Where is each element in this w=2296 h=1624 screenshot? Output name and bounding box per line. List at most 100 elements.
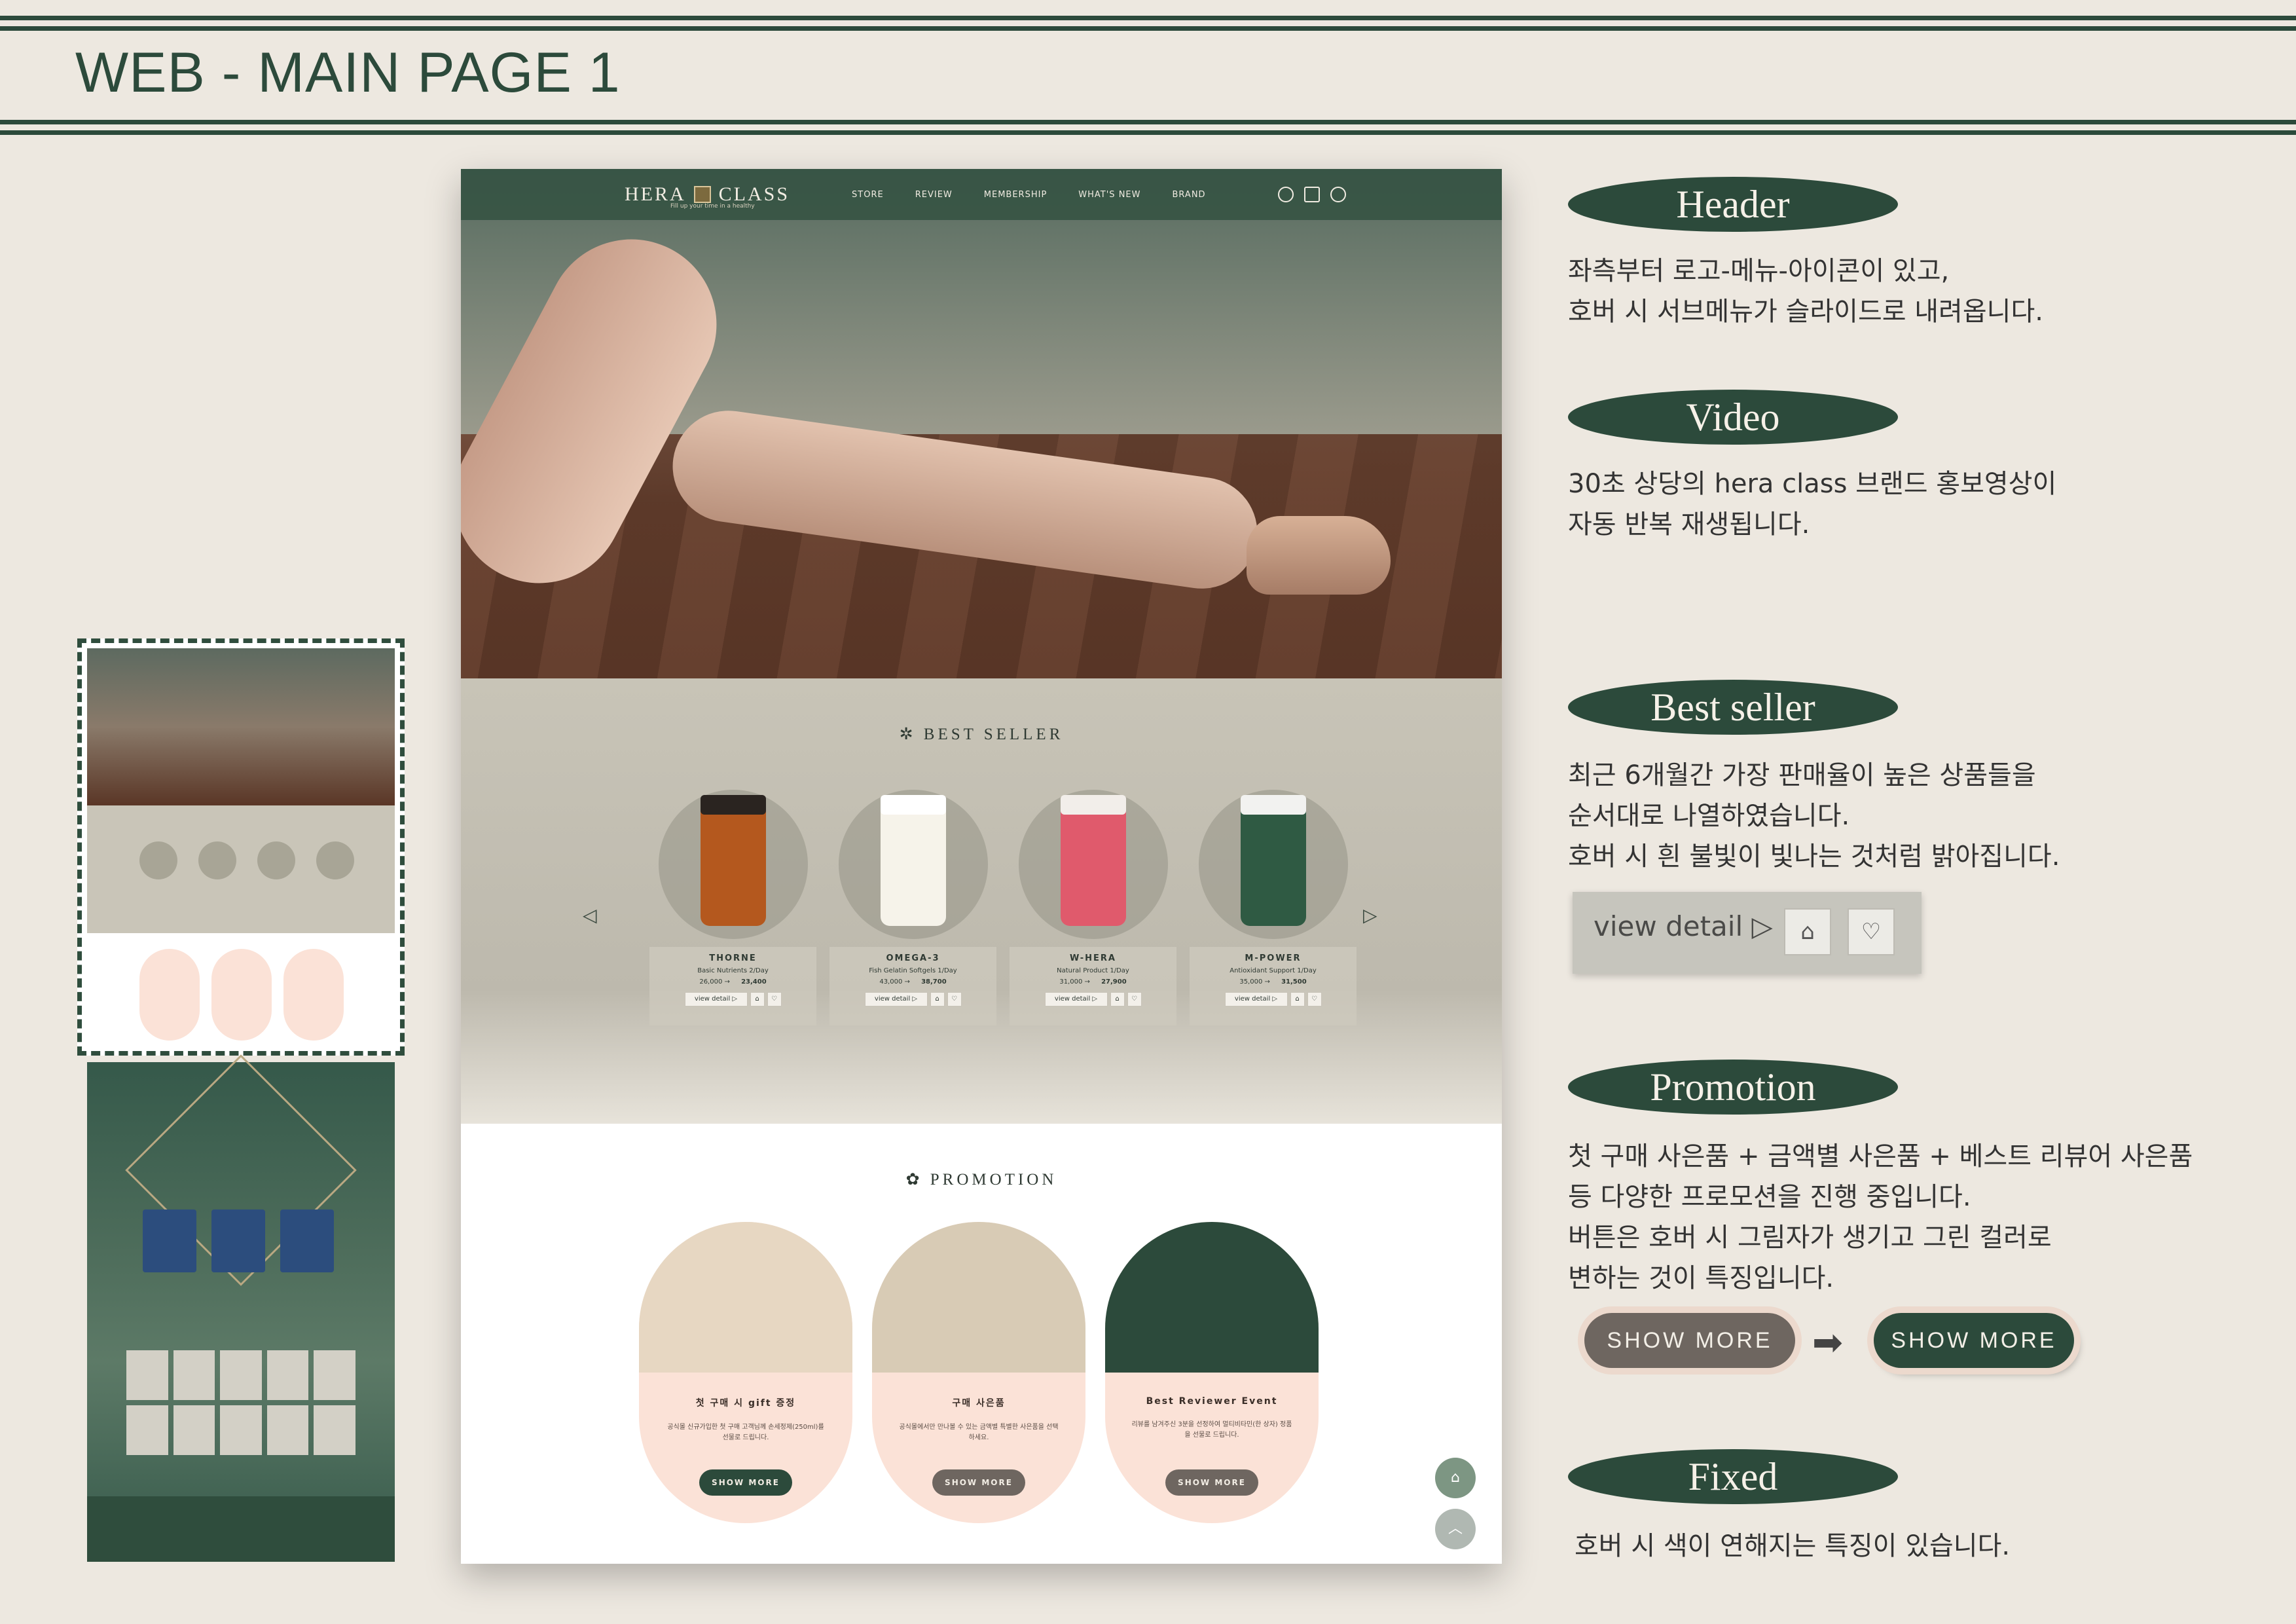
sale-price: 38,700 (921, 978, 947, 986)
nav-whats-new[interactable]: WHAT'S NEW (1078, 190, 1140, 200)
product-bottle (880, 802, 946, 926)
product-card[interactable]: OMEGA-3 Fish Gelatin Softgels 1/Day 43,000… (829, 790, 996, 1025)
product-price: 26,000 → 23,400 (699, 978, 767, 986)
show-more-button[interactable]: SHOW MORE (699, 1469, 792, 1496)
thumbnail-promotion (87, 933, 395, 1050)
cart-icon[interactable]: ⌂ (1784, 908, 1831, 955)
product-name: THORNE (709, 953, 757, 963)
show-more-button[interactable]: SHOW MORE (932, 1469, 1025, 1496)
sale-price: 27,900 (1101, 978, 1127, 986)
title-rule-2 (0, 130, 2296, 135)
promotion-card-desc: 공식몰에서만 만나볼 수 있는 금액별 특별한 사은품을 선택하세요. (899, 1424, 1059, 1441)
product-list: THORNE Basic Nutrients 2/Day 26,000 → 23,4… (649, 790, 1357, 1025)
product-actions: view detail ▷ ⌂ ♡ (1190, 992, 1357, 1006)
main-nav: STORE REVIEW MEMBERSHIP WHAT'S NEW BRAND (852, 190, 1206, 200)
thumbnail-gallery (126, 1350, 355, 1455)
promotion-card-title: Best Reviewer Event (1146, 1396, 1278, 1407)
original-price: 43,000 (879, 978, 903, 986)
best-seller-title: ✲ BEST SELLER (899, 726, 1064, 743)
label-promotion: Promotion (1568, 1060, 1898, 1115)
promotion-image (639, 1222, 852, 1373)
show-more-button[interactable]: SHOW MORE (1165, 1469, 1258, 1496)
view-detail-button[interactable]: view detail ▷ (1044, 992, 1108, 1006)
product-actions: view detail ▷ ⌂ ♡ (649, 992, 816, 1006)
heart-icon[interactable]: ♡ (1848, 908, 1895, 955)
product-price: 31,000 → 27,900 (1059, 978, 1127, 986)
note-header: 좌측부터 로고-메뉴-아이콘이 있고, 호버 시 서브메뉴가 슬라이드로 내려옵… (1568, 256, 2043, 327)
product-info: OMEGA-3 Fish Gelatin Softgels 1/Day 43,000… (829, 947, 996, 1025)
cart-icon[interactable]: ⌂ (930, 992, 945, 1006)
note-video: 30초 상당의 hera class 브랜드 홍보영상이 자동 반복 재생됩니다… (1568, 469, 2057, 540)
nav-membership[interactable]: MEMBERSHIP (984, 190, 1048, 200)
product-actions: view detail ▷ ⌂ ♡ (829, 992, 996, 1006)
fixed-cart-button[interactable]: ⌂ (1435, 1458, 1476, 1498)
cart-icon[interactable]: ⌂ (1290, 992, 1305, 1006)
view-detail-button[interactable]: view detail ▷ (864, 992, 928, 1006)
site-logo[interactable]: HERA CLASS (625, 183, 790, 206)
promotion-card-title: 구매 사은품 (952, 1398, 1006, 1409)
product-image[interactable] (1198, 790, 1348, 939)
cart-icon[interactable]: ⌂ (750, 992, 765, 1006)
hero-video[interactable] (461, 169, 1502, 678)
product-image[interactable] (658, 790, 808, 939)
user-icon[interactable] (1330, 187, 1346, 202)
heart-icon[interactable]: ♡ (947, 992, 962, 1006)
heart-icon[interactable]: ♡ (767, 992, 782, 1006)
top-rule-2 (0, 26, 2296, 31)
product-cap (1060, 795, 1126, 815)
product-name: OMEGA-3 (886, 953, 940, 963)
label-fixed: Fixed (1568, 1449, 1898, 1504)
promotion-card[interactable]: Best Reviewer Event 리뷰를 남겨주신 3분을 선정하여 멀티비… (1105, 1222, 1319, 1523)
product-image[interactable] (1018, 790, 1168, 939)
product-info: THORNE Basic Nutrients 2/Day 26,000 → 23,4… (649, 947, 816, 1025)
top-rule-1 (0, 16, 2296, 20)
heart-icon[interactable]: ♡ (1127, 992, 1142, 1006)
page-thumbnail-highlight (77, 638, 405, 1056)
best-seller-title-text: BEST SELLER (923, 726, 1064, 743)
view-detail-button[interactable]: view detail ▷ (684, 992, 748, 1006)
nav-brand[interactable]: BRAND (1173, 190, 1206, 200)
product-image[interactable] (838, 790, 988, 939)
heart-icon[interactable]: ♡ (1307, 992, 1322, 1006)
product-cap (880, 795, 946, 815)
promotion-card[interactable]: 첫 구매 시 gift 증정 공식몰 신규가입한 첫 구매 고객님께 손세정제(2… (639, 1222, 852, 1523)
product-desc: Basic Nutrients 2/Day (697, 967, 769, 974)
promotion-title: ✿ PROMOTION (905, 1171, 1057, 1189)
thumbnail-footer (87, 1496, 395, 1562)
nav-review[interactable]: REVIEW (915, 190, 953, 200)
sale-price: 31,500 (1281, 978, 1307, 986)
sale-price: 23,400 (741, 978, 767, 986)
product-name: M-POWER (1245, 953, 1302, 963)
promotion-card-desc: 공식몰 신규가입한 첫 구매 고객님께 손세정제(250ml)를 선물로 드립니… (667, 1424, 824, 1441)
product-desc: Antioxidant Support 1/Day (1230, 967, 1317, 974)
scroll-top-button[interactable]: ︿ (1435, 1509, 1476, 1549)
product-name: W-HERA (1070, 953, 1116, 963)
product-card[interactable]: THORNE Basic Nutrients 2/Day 26,000 → 23,4… (649, 790, 816, 1025)
product-card[interactable]: M-POWER Antioxidant Support 1/Day 35,000 →… (1190, 790, 1357, 1025)
product-desc: Natural Product 1/Day (1057, 967, 1129, 974)
original-price: 31,000 (1059, 978, 1083, 986)
arrow-right-icon: ➡ (1812, 1321, 1843, 1364)
product-info: W-HERA Natural Product 1/Day 31,000 → 27,9… (1010, 947, 1176, 1025)
product-card[interactable]: W-HERA Natural Product 1/Day 31,000 → 27,9… (1010, 790, 1176, 1025)
cart-icon[interactable]: ⌂ (1110, 992, 1125, 1006)
promotion-card-desc: 리뷰를 남겨주신 3분을 선정하여 멀티비타민(한 상자) 정품을 선물로 드립… (1131, 1421, 1292, 1439)
best-seller-section: ✲ BEST SELLER ◁ ▷ THORNE Basic Nutrients … (461, 678, 1502, 1124)
product-bottle (1240, 802, 1306, 926)
promotion-cards: 첫 구매 시 gift 증정 공식몰 신규가입한 첫 구매 고객님께 손세정제(2… (639, 1222, 1319, 1523)
carousel-prev-icon[interactable]: ◁ (583, 904, 597, 926)
promotion-image (1105, 1222, 1319, 1373)
view-detail-button[interactable]: view detail ▷ (1224, 992, 1288, 1006)
promotion-card[interactable]: 구매 사은품공식몰에서만 만나볼 수 있는 금액별 특별한 사은품을 선택하세요… (872, 1222, 1085, 1523)
cart-icon[interactable] (1303, 187, 1320, 202)
nav-store[interactable]: STORE (852, 190, 884, 200)
logo-mark-icon (693, 186, 711, 203)
search-icon[interactable] (1277, 187, 1294, 202)
carousel-next-icon[interactable]: ▷ (1363, 904, 1377, 926)
show-more-default-button[interactable]: SHOW MORE (1584, 1313, 1795, 1368)
logo-text-right: CLASS (718, 183, 790, 205)
view-detail-demo-button[interactable]: view detail ▷ (1594, 910, 1773, 942)
product-info: M-POWER Antioxidant Support 1/Day 35,000 →… (1190, 947, 1357, 1025)
note-promotion: 첫 구매 사은품 + 금액별 사은품 + 베스트 리뷰어 사은품 등 다양한 프… (1568, 1141, 2193, 1293)
show-more-hover-button[interactable]: SHOW MORE (1874, 1313, 2074, 1368)
